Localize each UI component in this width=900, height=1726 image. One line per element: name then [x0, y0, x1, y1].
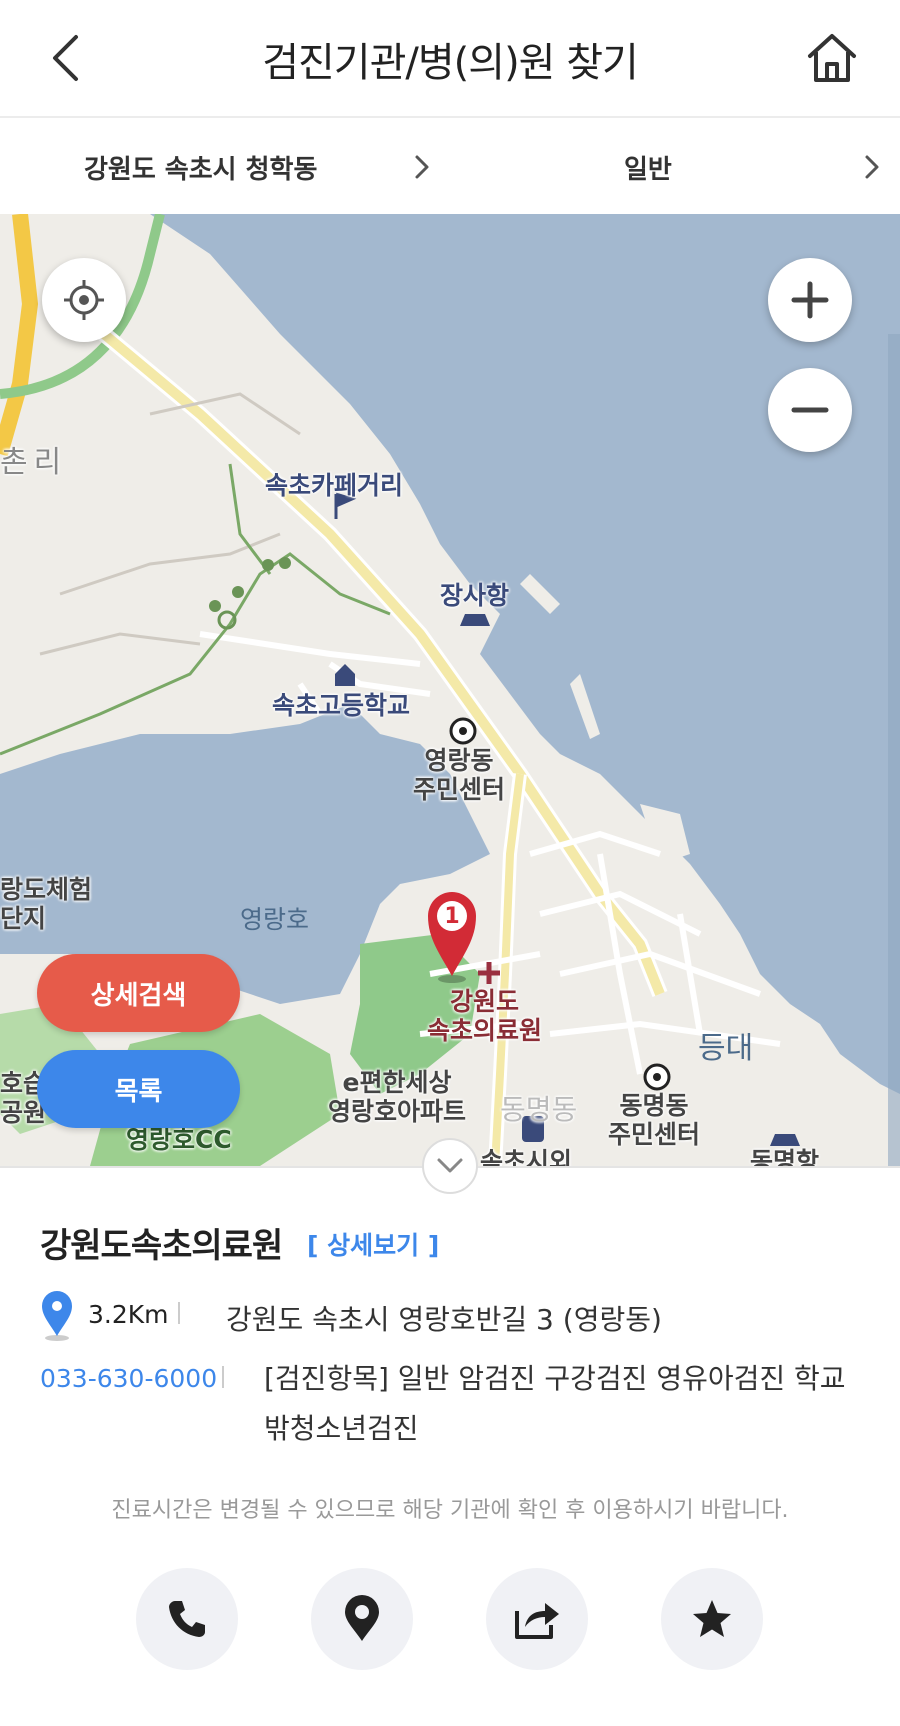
- zoom-out-button[interactable]: [768, 368, 852, 452]
- minus-icon: [791, 407, 829, 413]
- map-label: 동명항: [750, 1147, 820, 1166]
- distance-text: 3.2Km: [88, 1300, 169, 1329]
- list-button[interactable]: 목록: [37, 1050, 240, 1128]
- hours-notice: 진료시간은 변경될 수 있으므로 해당 기관에 확인 후 이용하시기 바랍니다.: [111, 1498, 789, 1523]
- location-pin-icon: [42, 1291, 72, 1341]
- share-button[interactable]: [486, 1568, 588, 1670]
- call-button[interactable]: [136, 1568, 238, 1670]
- map-label: 속초고등학교: [272, 691, 411, 720]
- distance-address-row: 3.2Km 강원도 속초시 영랑호반길 3 (영랑동): [40, 1290, 880, 1350]
- map-pin-icon: [345, 1595, 379, 1641]
- chevron-right-icon: [860, 152, 884, 182]
- map-label: 영랑호CC: [126, 1125, 232, 1154]
- phone-number-link[interactable]: 033-630-6000: [40, 1364, 217, 1393]
- map-label: 동명동: [500, 1093, 578, 1126]
- share-icon: [515, 1603, 559, 1639]
- map-label: 등대: [698, 1031, 754, 1066]
- my-location-button[interactable]: [42, 258, 126, 342]
- map-label: 촌리: [0, 445, 68, 480]
- region-filter[interactable]: 강원도 속초시 청학동: [0, 120, 450, 214]
- zoom-in-button[interactable]: [768, 258, 852, 342]
- map-view[interactable]: 촌리 속초카페거리 장사항 속초고등학교 영랑동 주민센터 영랑호 랑도체험 단…: [0, 214, 900, 1166]
- detail-search-button[interactable]: 상세검색: [37, 954, 240, 1032]
- phone-icon: [169, 1601, 205, 1637]
- favorite-button[interactable]: [661, 1568, 763, 1670]
- home-button[interactable]: [800, 26, 864, 90]
- star-icon: [693, 1600, 731, 1637]
- map-label: 영랑동 주민센터: [413, 746, 506, 804]
- exam-type-filter[interactable]: 일반: [450, 120, 900, 214]
- page-title: 검진기관/병(의)원 찾기: [262, 40, 639, 86]
- region-filter-label: 강원도 속초시 청학동: [84, 154, 318, 185]
- crosshair-icon: [64, 280, 104, 320]
- hospital-marker[interactable]: 1: [428, 892, 476, 978]
- map-label: 강원도 속초의료원: [427, 987, 543, 1045]
- map-label: 랑도체험 단지: [0, 875, 93, 933]
- divider: [178, 1302, 180, 1324]
- plus-icon: [791, 281, 829, 319]
- divider: [222, 1366, 224, 1388]
- exam-items-text: [검진항목] 일반 암검진 구강검진 영유아검진 학교밖청소년검진: [264, 1362, 846, 1445]
- detail-view-link[interactable]: [ 상세보기 ]: [307, 1226, 439, 1262]
- exam-type-filter-label: 일반: [624, 154, 672, 185]
- action-buttons: [0, 1568, 900, 1674]
- institution-info-panel: 강원도속초의료원 [ 상세보기 ] 3.2Km 강원도 속초시 영랑호반길 3 …: [0, 1166, 900, 1726]
- map-label: 영랑호: [240, 905, 310, 934]
- chevron-down-icon: [437, 1158, 463, 1173]
- marker-number: 1: [444, 904, 460, 929]
- filter-bar: 강원도 속초시 청학동 일반: [0, 120, 900, 214]
- map-label: 동명동 주민센터: [608, 1091, 701, 1149]
- map-label: 속초시외: [480, 1147, 573, 1166]
- map-label: e편한세상 영랑호아파트: [328, 1068, 467, 1126]
- map-label: 장사항: [440, 581, 510, 610]
- institution-name: 강원도속초의료원: [40, 1226, 283, 1266]
- map-label: 속초카페거리: [265, 471, 404, 500]
- chevron-right-icon: [410, 152, 434, 182]
- collapse-panel-button[interactable]: [422, 1138, 478, 1194]
- address-text: 강원도 속초시 영랑호반길 3 (영랑동): [226, 1303, 662, 1336]
- map-location-button[interactable]: [311, 1568, 413, 1670]
- app-header: 검진기관/병(의)원 찾기: [0, 0, 900, 118]
- home-icon: [808, 34, 856, 82]
